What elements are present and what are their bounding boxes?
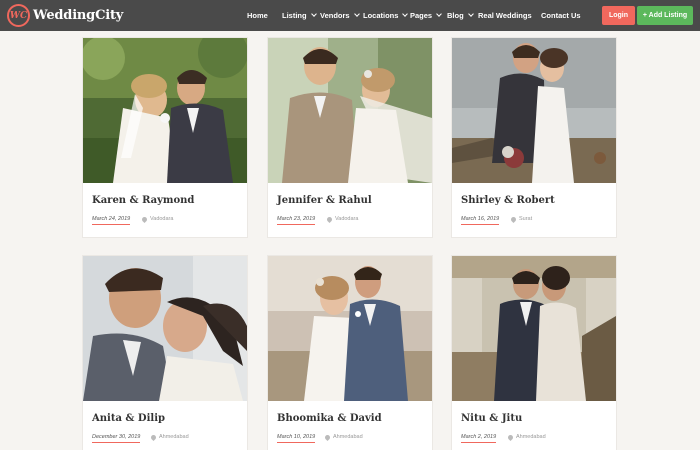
chevron-down-icon	[467, 11, 474, 17]
wedding-card[interactable]: Karen & Raymond March 24, 2019 Vadodara	[82, 37, 248, 238]
card-location-label: Surat	[519, 216, 533, 222]
logo-text: WeddingCity	[33, 8, 124, 23]
card-date: March 16, 2019	[461, 216, 500, 225]
nav-contact-us[interactable]: Contact Us	[541, 0, 581, 31]
wedding-card[interactable]: Shirley & Robert March 16, 2019 Surat	[451, 37, 617, 238]
card-location-label: Ahmedabad	[516, 434, 546, 440]
card-date: March 10, 2019	[277, 434, 316, 443]
map-pin-icon	[140, 215, 149, 223]
wedding-card[interactable]: Anita & Dilip December 30, 2019 Ahmedaba…	[82, 255, 248, 450]
map-pin-icon	[325, 215, 334, 223]
site-logo[interactable]: WC WeddingCity	[7, 4, 123, 27]
nav-locations[interactable]: Locations	[363, 0, 409, 31]
card-date: March 24, 2019	[92, 216, 131, 225]
wedding-photo[interactable]	[83, 256, 247, 401]
chevron-down-icon	[310, 11, 317, 17]
nav-listing-label: Listing	[282, 11, 307, 20]
wedding-photo[interactable]	[452, 256, 616, 401]
top-navbar: WC WeddingCity Home Listing Vendors Loca…	[0, 0, 700, 31]
card-location: Ahmedabad	[506, 433, 546, 441]
nav-vendors-label: Vendors	[320, 11, 350, 20]
nav-home[interactable]: Home	[247, 0, 268, 31]
card-date: March 23, 2019	[277, 216, 316, 225]
nav-pages[interactable]: Pages	[410, 0, 442, 31]
card-title[interactable]: Anita & Dilip	[92, 413, 165, 424]
nav-listing[interactable]: Listing	[282, 0, 317, 31]
card-location-label: Ahmedabad	[333, 434, 363, 440]
logo-badge-icon: WC	[7, 4, 30, 27]
card-title[interactable]: Jennifer & Rahul	[277, 195, 372, 206]
card-date: December 30, 2019	[92, 434, 141, 443]
login-button[interactable]: Login	[602, 6, 635, 25]
card-title[interactable]: Bhoomika & David	[277, 413, 382, 424]
nav-contact-us-label: Contact Us	[541, 11, 581, 20]
wedding-card[interactable]: Jennifer & Rahul March 23, 2019 Vadodara	[267, 37, 433, 238]
card-location: Ahmedabad	[149, 433, 189, 441]
nav-vendors[interactable]: Vendors	[320, 0, 360, 31]
card-title[interactable]: Nitu & Jitu	[461, 413, 522, 424]
wedding-photo[interactable]	[268, 38, 432, 183]
card-location-label: Vadodara	[335, 216, 359, 222]
chevron-down-icon	[353, 11, 360, 17]
map-pin-icon	[323, 433, 332, 441]
card-location: Ahmedabad	[323, 433, 363, 441]
add-listing-button[interactable]: + Add Listing	[637, 6, 693, 25]
card-location-label: Vadodara	[150, 216, 174, 222]
chevron-down-icon	[436, 11, 442, 17]
map-pin-icon	[149, 433, 158, 441]
wedding-photo[interactable]	[452, 38, 616, 183]
wedding-photo[interactable]	[268, 256, 432, 401]
wedding-card[interactable]: Bhoomika & David March 10, 2019 Ahmedaba…	[267, 255, 433, 450]
nav-blog[interactable]: Blog	[447, 0, 474, 31]
card-title[interactable]: Shirley & Robert	[461, 195, 555, 206]
card-date: March 2, 2019	[461, 434, 497, 443]
nav-pages-label: Pages	[410, 11, 433, 20]
wedding-card[interactable]: Nitu & Jitu March 2, 2019 Ahmedabad	[451, 255, 617, 450]
nav-real-weddings-label: Real Weddings	[478, 11, 532, 20]
wedding-photo[interactable]	[83, 38, 247, 183]
card-location: Vadodara	[140, 215, 174, 223]
map-pin-icon	[506, 433, 515, 441]
nav-real-weddings[interactable]: Real Weddings	[478, 0, 532, 31]
map-pin-icon	[509, 215, 518, 223]
card-location-label: Ahmedabad	[159, 434, 189, 440]
nav-blog-label: Blog	[447, 11, 464, 20]
card-location: Vadodara	[325, 215, 359, 223]
nav-locations-label: Locations	[363, 11, 399, 20]
card-location: Surat	[509, 215, 533, 223]
card-title[interactable]: Karen & Raymond	[92, 195, 194, 206]
chevron-down-icon	[402, 11, 409, 17]
nav-home-label: Home	[247, 11, 268, 20]
